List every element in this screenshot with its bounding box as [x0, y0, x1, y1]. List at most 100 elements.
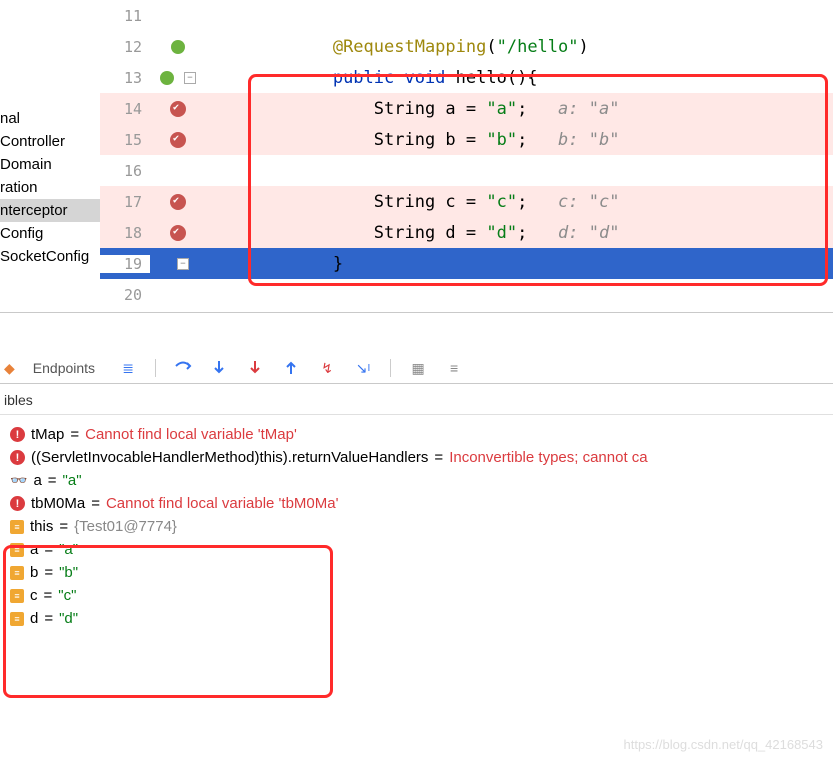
gutter-icons[interactable] — [150, 101, 206, 117]
code-line[interactable]: 18 String d = "d"; d: "d" — [100, 217, 833, 248]
code-line[interactable]: 14 String a = "a"; a: "a" — [100, 93, 833, 124]
spring-icon[interactable] — [171, 40, 185, 54]
run-to-cursor-icon[interactable]: ↘I — [354, 359, 372, 377]
variable-row[interactable]: ≡c = "c" — [0, 584, 833, 607]
code-line[interactable]: 13 − public void hello(){ — [100, 62, 833, 93]
sidebar-item[interactable]: Controller — [0, 130, 100, 153]
line-number[interactable]: 18 — [100, 224, 150, 242]
line-number[interactable]: 19 — [100, 255, 150, 273]
code-content[interactable]: String a = "a"; a: "a" — [206, 99, 833, 119]
code-content[interactable]: public void hello(){ — [206, 68, 833, 88]
variable-name: this — [30, 518, 53, 535]
sidebar-item[interactable]: Config — [0, 222, 100, 245]
code-content[interactable]: String d = "d"; d: "d" — [206, 223, 833, 243]
debug-panel: ◆ Endpoints ≣ ↯ ↘I ▦ ≡ ibles !tMap = Can… — [0, 313, 833, 630]
drop-frame-icon[interactable]: ↯ — [318, 359, 336, 377]
fold-icon[interactable]: − — [184, 72, 196, 84]
separator — [390, 359, 391, 377]
variable-value: "a" — [59, 541, 78, 558]
code-content[interactable]: @RequestMapping("/hello") — [206, 37, 833, 57]
equals: = — [59, 518, 68, 535]
variables-header: ibles — [0, 384, 833, 415]
code-content[interactable]: } — [206, 254, 833, 274]
code-line[interactable]: 15 String b = "b"; b: "b" — [100, 124, 833, 155]
line-number[interactable]: 14 — [100, 100, 150, 118]
variable-row[interactable]: ≡a = "a" — [0, 538, 833, 561]
endpoints-tab[interactable]: Endpoints — [33, 360, 95, 376]
field-icon: ≡ — [10, 589, 24, 603]
variable-value: "a" — [63, 472, 82, 489]
fold-icon[interactable]: − — [177, 258, 189, 270]
variable-row[interactable]: !tMap = Cannot find local variable 'tMap… — [0, 423, 833, 446]
sidebar-item[interactable]: SocketConfig — [0, 245, 100, 268]
code-editor[interactable]: 11 12 @RequestMapping("/hello") 13 − public… — [100, 0, 833, 310]
line-number[interactable]: 11 — [100, 7, 150, 25]
line-number[interactable]: 16 — [100, 162, 150, 180]
variable-name: d — [30, 610, 38, 627]
breakpoint-icon[interactable] — [170, 225, 186, 241]
variable-row[interactable]: !tbM0Ma = Cannot find local variable 'tb… — [0, 492, 833, 515]
separator — [155, 359, 156, 377]
variable-name: c — [30, 587, 38, 604]
gutter-icons[interactable]: − — [150, 258, 206, 270]
code-line[interactable]: 16 — [100, 155, 833, 186]
breakpoint-icon[interactable] — [170, 101, 186, 117]
gutter-icons[interactable] — [150, 225, 206, 241]
code-line[interactable]: 17 String c = "c"; c: "c" — [100, 186, 833, 217]
equals: = — [44, 610, 53, 627]
variable-name: a — [30, 541, 38, 558]
variable-value: Cannot find local variable 'tMap' — [85, 426, 297, 443]
breakpoint-icon[interactable] — [170, 194, 186, 210]
sidebar-item[interactable]: Domain — [0, 153, 100, 176]
variable-row[interactable]: ≡d = "d" — [0, 607, 833, 630]
code-content[interactable]: String b = "b"; b: "b" — [206, 130, 833, 150]
variable-name: ((ServletInvocableHandlerMethod)this).re… — [31, 449, 428, 466]
variable-row[interactable]: 👓 a = "a" — [0, 469, 833, 492]
line-number[interactable]: 12 — [100, 38, 150, 56]
variable-value: Inconvertible types; cannot ca — [449, 449, 647, 466]
line-number[interactable]: 15 — [100, 131, 150, 149]
force-step-into-icon[interactable] — [246, 359, 264, 377]
line-number[interactable]: 13 — [100, 69, 150, 87]
step-over-icon[interactable] — [174, 359, 192, 377]
code-line[interactable]: 19 − } — [100, 248, 833, 279]
variable-name: a — [33, 472, 41, 489]
equals: = — [48, 472, 57, 489]
gutter-icons[interactable] — [150, 194, 206, 210]
variable-row[interactable]: ! ((ServletInvocableHandlerMethod)this).r… — [0, 446, 833, 469]
equals: = — [91, 495, 100, 512]
gutter-icons[interactable] — [150, 132, 206, 148]
line-number[interactable]: 20 — [100, 286, 150, 304]
line-number[interactable]: 17 — [100, 193, 150, 211]
equals: = — [70, 426, 79, 443]
trace-icon[interactable]: ≡ — [445, 359, 463, 377]
spring-icon[interactable] — [160, 71, 174, 85]
sidebar-item[interactable]: ration — [0, 176, 100, 199]
equals: = — [44, 564, 53, 581]
step-into-icon[interactable] — [210, 359, 228, 377]
gutter-icons[interactable] — [150, 40, 206, 54]
breakpoint-icon[interactable] — [170, 132, 186, 148]
variable-name: tbM0Ma — [31, 495, 85, 512]
stack-icon[interactable]: ≣ — [119, 359, 137, 377]
sidebar-item[interactable]: nal — [0, 107, 100, 130]
project-tree[interactable]: nal Controller Domain ration nterceptor … — [0, 0, 100, 310]
variable-row[interactable]: ≡this = {Test01@7774} — [0, 515, 833, 538]
code-line[interactable]: 11 — [100, 0, 833, 31]
code-line[interactable]: 12 @RequestMapping("/hello") — [100, 31, 833, 62]
sidebar-item-interceptor[interactable]: nterceptor — [0, 199, 100, 222]
error-icon: ! — [10, 450, 25, 465]
variables-list[interactable]: !tMap = Cannot find local variable 'tMap… — [0, 423, 833, 630]
field-icon: ≡ — [10, 566, 24, 580]
code-line[interactable]: 20 — [100, 279, 833, 310]
evaluate-icon[interactable]: ▦ — [409, 359, 427, 377]
gutter-icons[interactable]: − — [150, 71, 206, 85]
step-out-icon[interactable] — [282, 359, 300, 377]
code-content[interactable]: String c = "c"; c: "c" — [206, 192, 833, 212]
error-icon: ! — [10, 496, 25, 511]
flame-icon: ◆ — [4, 360, 15, 377]
variable-row[interactable]: ≡b = "b" — [0, 561, 833, 584]
equals: = — [44, 541, 53, 558]
equals: = — [434, 449, 443, 466]
watch-icon: 👓 — [10, 472, 27, 489]
